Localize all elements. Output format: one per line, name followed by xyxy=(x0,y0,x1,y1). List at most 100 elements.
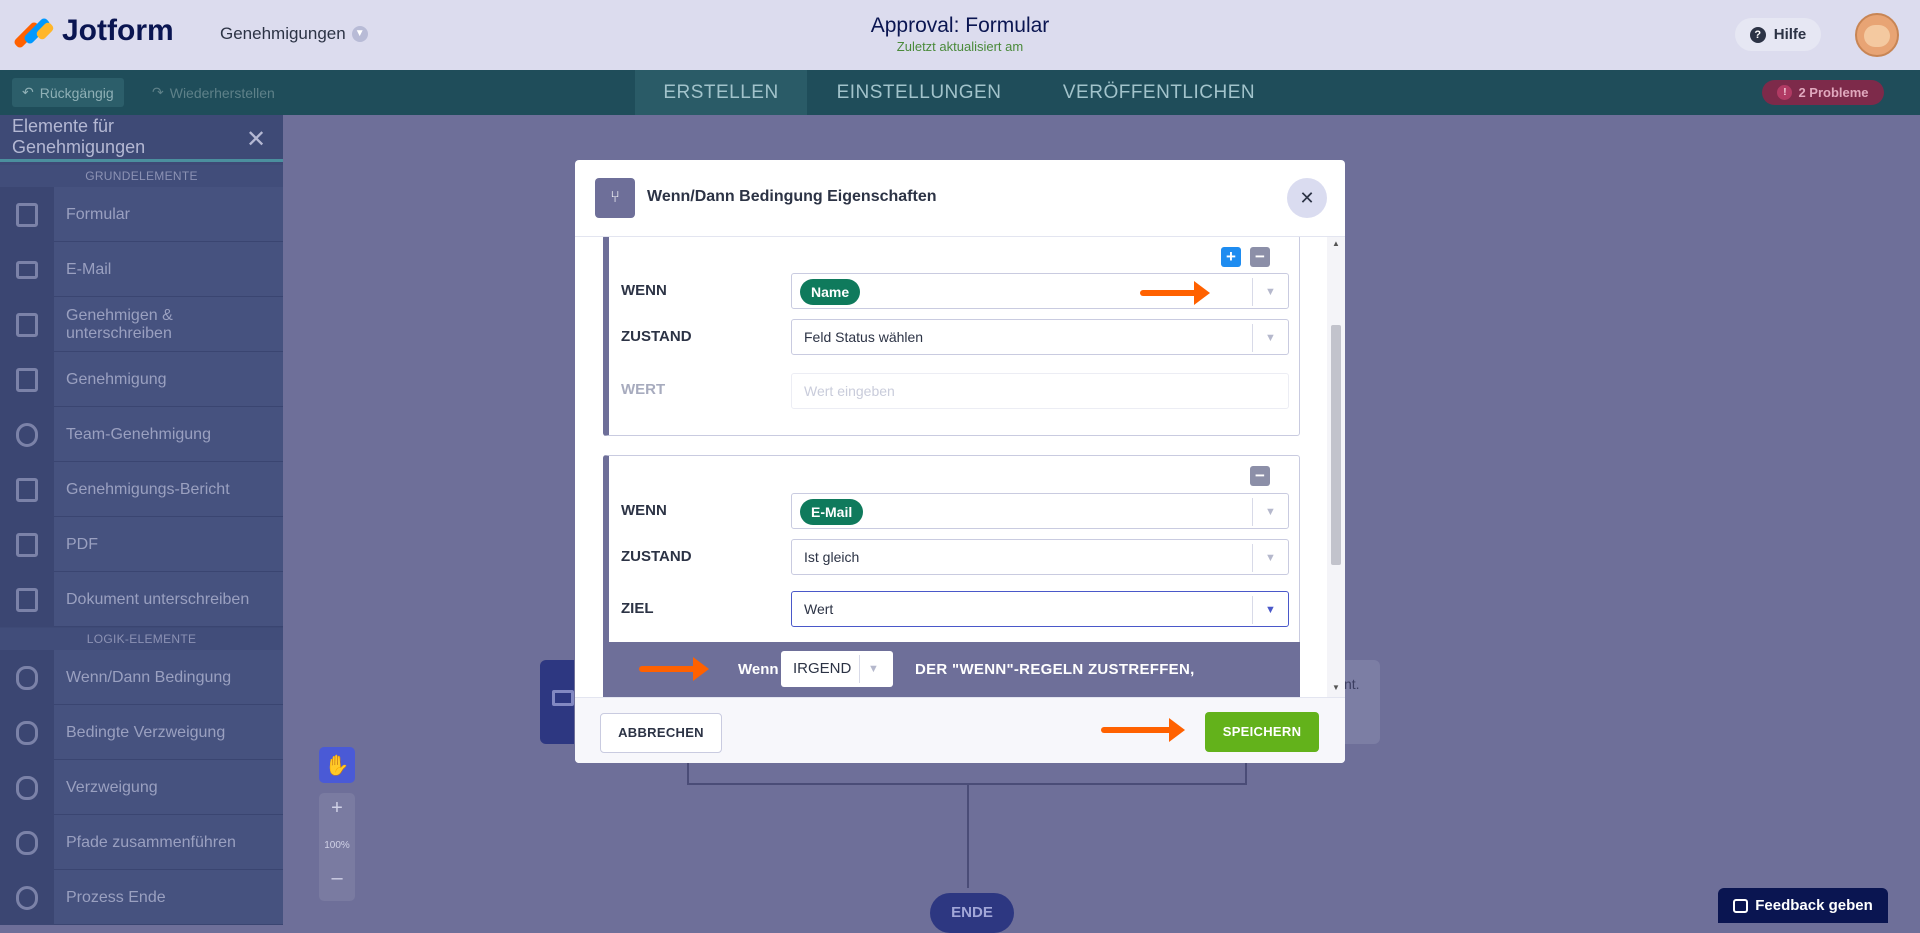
add-condition-button[interactable]: + xyxy=(1221,247,1241,267)
condition-block-2: − WENN E-Mail ▼ ZUSTAND Ist gleich ▼ ZIE… xyxy=(603,455,1300,655)
if-then-properties-modal: ⑂ Wenn/Dann Bedingung Eigenschaften ✕ + … xyxy=(575,160,1345,763)
wert-input[interactable]: Wert eingeben xyxy=(791,373,1289,409)
sidebar-item-form[interactable]: Formular xyxy=(0,187,283,242)
wenn-field-select[interactable]: E-Mail ▼ xyxy=(791,493,1289,529)
dropdown-arrow-icon: ▼ xyxy=(859,655,887,683)
undo-icon: ↶ xyxy=(22,84,34,100)
hand-tool-button[interactable]: ✋ xyxy=(319,747,355,783)
tab-publish[interactable]: VERÖFFENTLICHEN xyxy=(1030,70,1288,115)
feedback-icon xyxy=(1733,898,1749,913)
modal-scrollbar[interactable]: ▲ ▼ xyxy=(1327,237,1345,697)
flow-connector xyxy=(1245,763,1247,785)
close-icon: ✕ xyxy=(1299,187,1315,208)
end-node[interactable]: ENDE xyxy=(930,893,1014,933)
tab-settings[interactable]: EINSTELLUNGEN xyxy=(808,70,1030,115)
last-updated-text: Zuletzt aktualisiert am xyxy=(896,39,1024,54)
flow-node-email[interactable] xyxy=(540,660,574,744)
title-block: Approval: Formular Zuletzt aktualisiert … xyxy=(0,14,1920,54)
sidebar-item-process-end[interactable]: Prozess Ende xyxy=(0,870,283,925)
sidebar-item-branch[interactable]: Verzweigung xyxy=(0,760,283,815)
scroll-up-icon[interactable]: ▲ xyxy=(1327,239,1345,248)
sidebar-item-merge-paths[interactable]: Pfade zusammenführen xyxy=(0,815,283,870)
dropdown-arrow-icon: ▼ xyxy=(1252,544,1288,572)
if-then-icon xyxy=(0,650,54,705)
zoom-controls: + 100% – xyxy=(319,793,355,901)
match-type-value: IRGENDEINE xyxy=(793,660,851,677)
sidebar-item-label: Wenn/Dann Bedingung xyxy=(66,668,232,686)
field-chip: E-Mail xyxy=(800,499,864,525)
scroll-down-icon[interactable]: ▼ xyxy=(1327,683,1345,692)
sidebar-title: Elemente für Genehmigungen xyxy=(12,116,146,157)
match-suffix: DER "WENN"-REGELN ZUSTREFFEN, xyxy=(915,661,1195,678)
wert-label: WERT xyxy=(621,381,666,398)
sidebar-item-label: Formular xyxy=(66,205,131,223)
if-then-icon: ⑂ xyxy=(595,178,635,218)
sidebar-item-label: E-Mail xyxy=(66,260,112,278)
wenn-label: WENN xyxy=(621,502,667,519)
modal-body: + − WENN Name ▼ ZUSTAND Feld Status wähl… xyxy=(575,237,1345,697)
save-button[interactable]: SPEICHERN xyxy=(1205,712,1319,752)
modal-title: Wenn/Dann Bedingung Eigenschaften xyxy=(647,188,937,205)
sidebar-item-label: Genehmigungs-Bericht xyxy=(66,480,230,498)
remove-condition-button[interactable]: − xyxy=(1250,247,1270,267)
redo-label: Wiederherstellen xyxy=(169,84,275,101)
dropdown-arrow-icon: ▼ xyxy=(1252,324,1288,352)
modal-close-button[interactable]: ✕ xyxy=(1287,178,1327,218)
flow-connector xyxy=(967,783,969,888)
avatar[interactable] xyxy=(1855,13,1899,57)
sidebar-item-approval-report[interactable]: Genehmigungs-Bericht xyxy=(0,462,283,517)
dropdown-arrow-icon: ▼ xyxy=(1252,278,1288,306)
annotation-arrow-icon xyxy=(1101,718,1185,742)
ziel-select[interactable]: Wert ▼ xyxy=(791,591,1289,627)
sidebar-item-approval[interactable]: Genehmigung xyxy=(0,352,283,407)
zustand-select[interactable]: Ist gleich ▼ xyxy=(791,539,1289,575)
sidebar-item-approve-sign[interactable]: Genehmigen & unterschreiben xyxy=(0,297,283,352)
undo-button[interactable]: ↶ Rückgängig xyxy=(12,78,124,107)
sidebar-item-label: Prozess Ende xyxy=(66,888,166,906)
zoom-out-button[interactable]: – xyxy=(319,867,355,890)
sidebar-item-team-approval[interactable]: Team-Genehmigung xyxy=(0,407,283,462)
remove-condition-button[interactable]: − xyxy=(1250,466,1270,486)
sidebar-item-email[interactable]: E-Mail xyxy=(0,242,283,297)
sidebar-item-label: PDF xyxy=(66,535,98,553)
conditional-branch-icon xyxy=(0,705,54,760)
help-label: Hilfe xyxy=(1773,26,1807,43)
scroll-thumb[interactable] xyxy=(1331,325,1341,565)
modal-footer: ABBRECHEN SPEICHERN xyxy=(575,697,1345,763)
check-circle-icon xyxy=(0,870,54,925)
zoom-in-button[interactable]: + xyxy=(319,797,355,820)
sidebar-item-label: Pfade zusammenführen xyxy=(66,833,236,851)
zoom-level: 100% xyxy=(324,840,350,851)
wenn-field-select[interactable]: Name ▼ xyxy=(791,273,1289,309)
branch-icon xyxy=(0,760,54,815)
builder-toolbar: ↶ Rückgängig ↷ Wiederherstellen ERSTELLE… xyxy=(0,70,1920,115)
help-button[interactable]: ? Hilfe xyxy=(1735,18,1821,51)
match-type-select[interactable]: IRGENDEINE ▼ xyxy=(781,651,893,687)
form-icon xyxy=(0,187,54,242)
zustand-label: ZUSTAND xyxy=(621,548,692,565)
sidebar-item-if-then[interactable]: Wenn/Dann Bedingung xyxy=(0,650,283,705)
elements-sidebar: Elemente für Genehmigungen ✕ GRUNDELEMEN… xyxy=(0,115,283,925)
sidebar-item-label: Verzweigung xyxy=(66,778,158,796)
dropdown-arrow-icon: ▼ xyxy=(1252,498,1288,526)
zustand-select[interactable]: Feld Status wählen ▼ xyxy=(791,319,1289,355)
tab-create[interactable]: ERSTELLEN xyxy=(635,70,807,115)
report-icon xyxy=(0,462,54,517)
sidebar-item-sign-document[interactable]: Dokument unterschreiben xyxy=(0,572,283,627)
cancel-button[interactable]: ABBRECHEN xyxy=(600,713,722,753)
approval-icon xyxy=(0,352,54,407)
email-icon xyxy=(0,242,54,297)
redo-icon: ↷ xyxy=(152,84,164,100)
approve-sign-icon xyxy=(0,297,54,352)
problems-badge[interactable]: ! 2 Probleme xyxy=(1762,80,1884,105)
sidebar-close-icon[interactable]: ✕ xyxy=(246,125,266,154)
sidebar-header: Elemente für Genehmigungen ✕ xyxy=(0,115,283,162)
hand-icon: ✋ xyxy=(324,754,350,777)
redo-button[interactable]: ↷ Wiederherstellen xyxy=(142,78,285,107)
sidebar-item-label: Team-Genehmigung xyxy=(66,425,211,443)
sidebar-item-pdf[interactable]: PDF xyxy=(0,517,283,572)
flow-node-card[interactable]: nt. xyxy=(1344,660,1380,744)
team-icon xyxy=(0,407,54,462)
feedback-button[interactable]: Feedback geben xyxy=(1718,888,1888,923)
sidebar-item-conditional-branch[interactable]: Bedingte Verzweigung xyxy=(0,705,283,760)
